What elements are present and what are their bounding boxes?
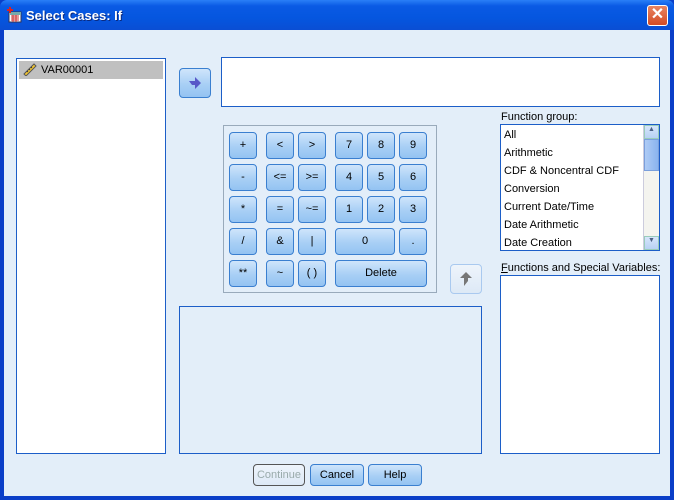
function-group-item[interactable]: Date Arithmetic [501, 216, 659, 234]
operator-key[interactable]: | [298, 228, 326, 255]
function-group-list[interactable]: All Arithmetic CDF & Noncentral CDF Convers… [500, 124, 660, 251]
functions-label: Functions and Special Variables: [501, 262, 661, 274]
scrollbar[interactable]: ▲ ▼ [643, 125, 659, 250]
digit-key[interactable]: 7 [335, 132, 363, 159]
operator-key[interactable]: / [229, 228, 257, 255]
operator-key[interactable]: ** [229, 260, 257, 287]
operator-key[interactable]: >= [298, 164, 326, 191]
scale-ruler-icon [23, 63, 37, 77]
operator-key[interactable]: <= [266, 164, 294, 191]
digit-key-zero[interactable]: 0 [335, 228, 395, 255]
operator-key[interactable]: ~ [266, 260, 294, 287]
function-group-item[interactable]: Arithmetic [501, 144, 659, 162]
function-group-item[interactable]: All [501, 126, 659, 144]
scroll-thumb[interactable] [644, 139, 659, 171]
window-title: Select Cases: If [26, 8, 123, 23]
digit-key[interactable]: 6 [399, 164, 427, 191]
function-description [179, 306, 482, 454]
operator-key[interactable]: * [229, 196, 257, 223]
digit-key[interactable]: 5 [367, 164, 395, 191]
scroll-up-button[interactable]: ▲ [644, 125, 659, 139]
digit-key[interactable]: 2 [367, 196, 395, 223]
close-icon: ✕ [650, 6, 665, 23]
digit-key[interactable]: 1 [335, 196, 363, 223]
decimal-key[interactable]: . [399, 228, 427, 255]
operator-key[interactable]: + [229, 132, 257, 159]
move-variable-button[interactable] [179, 68, 211, 98]
function-group-item[interactable]: Conversion [501, 180, 659, 198]
digit-key[interactable]: 8 [367, 132, 395, 159]
operator-key[interactable]: ( ) [298, 260, 326, 287]
continue-button[interactable]: Continue [253, 464, 305, 486]
variable-item[interactable]: VAR00001 [19, 61, 163, 79]
digit-key[interactable]: 9 [399, 132, 427, 159]
scroll-down-button[interactable]: ▼ [644, 236, 659, 250]
variable-name: VAR00001 [41, 64, 94, 76]
variable-list[interactable]: VAR00001 [16, 58, 166, 454]
dialog-window: Select Cases: If ✕ VAR00001 + < > - <= >= * = ~=… [0, 0, 674, 500]
operator-key[interactable]: & [266, 228, 294, 255]
operator-key[interactable]: ~= [298, 196, 326, 223]
operator-key[interactable]: > [298, 132, 326, 159]
arrow-right-icon [189, 77, 201, 89]
digit-key[interactable]: 4 [335, 164, 363, 191]
arrow-up-icon [460, 272, 472, 286]
operator-key[interactable]: < [266, 132, 294, 159]
dialog-body: VAR00001 + < > - <= >= * = ~= / & | ** ~( ) 7 8 9 4 5 6 1 2 3 0… [4, 30, 670, 496]
delete-key[interactable]: Delete [335, 260, 427, 287]
functions-list[interactable] [500, 275, 660, 454]
cancel-button[interactable]: Cancel [310, 464, 364, 486]
function-group-item[interactable]: Date Creation [501, 234, 659, 250]
expression-input[interactable] [221, 57, 660, 107]
insert-function-button[interactable] [450, 264, 482, 294]
operator-key[interactable]: - [229, 164, 257, 191]
close-button[interactable]: ✕ [647, 5, 668, 26]
title-bar[interactable]: Select Cases: If ✕ [0, 0, 674, 30]
digit-key[interactable]: 3 [399, 196, 427, 223]
function-group-label: Function group: [501, 111, 578, 123]
function-group-item[interactable]: CDF & Noncentral CDF [501, 162, 659, 180]
operator-key[interactable]: = [266, 196, 294, 223]
select-cases-icon [7, 7, 22, 23]
help-button[interactable]: Help [368, 464, 422, 486]
function-group-item[interactable]: Current Date/Time [501, 198, 659, 216]
calculator-keypad: + < > - <= >= * = ~= / & | ** ~( ) 7 8 9 4 5 6 1 2 3 0. Delete [223, 125, 437, 293]
